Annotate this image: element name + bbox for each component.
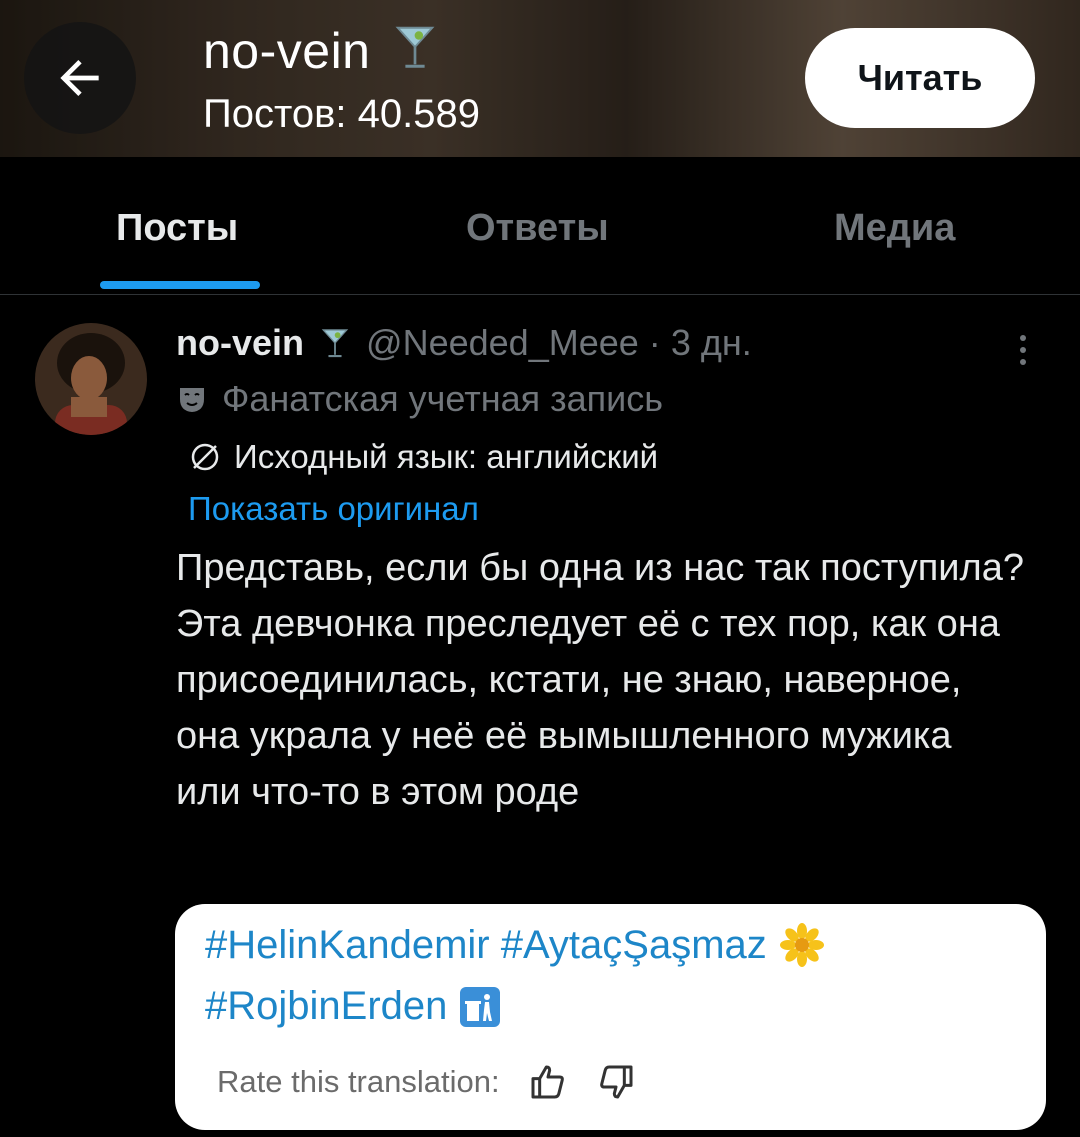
author-handle[interactable]: @Needed_Meee: [366, 322, 639, 363]
rate-label: Rate this translation:: [217, 1064, 500, 1099]
thumbs-up-icon[interactable]: [528, 1062, 568, 1102]
hashtags-1[interactable]: #HelinKandemir #AytaçŞaşmaz: [205, 923, 767, 968]
hashtag-line-2: #RojbinErden: [205, 984, 501, 1029]
post-meta: no-vein @Needed_Meee · 3 дн.: [176, 322, 752, 364]
post-time[interactable]: 3 дн.: [671, 322, 752, 363]
tab-replies[interactable]: Ответы: [466, 207, 609, 250]
profile-name: no-vein: [203, 22, 437, 80]
tab-posts[interactable]: Посты: [116, 207, 238, 250]
meta-separator: ·: [648, 322, 661, 363]
avatar[interactable]: [35, 323, 147, 435]
cocktail-glass-icon: [321, 329, 349, 358]
hashtags-2[interactable]: #RojbinErden: [205, 984, 447, 1029]
author-name[interactable]: no-vein: [176, 322, 304, 363]
thumbs-down-icon[interactable]: [596, 1062, 636, 1102]
tab-media[interactable]: Медиа: [834, 207, 955, 250]
translation-card: #HelinKandemir #AytaçŞaşmaz #RojbinErden: [175, 904, 1046, 1130]
account-label-row: Фанатская учетная запись: [176, 378, 663, 420]
post-text: Представь, если бы одна из нас так посту…: [176, 547, 1024, 813]
active-tab-indicator: [100, 281, 260, 289]
profile-tabs: Посты Ответы Медиа: [0, 157, 1080, 295]
account-label: Фанатская учетная запись: [222, 378, 663, 419]
profile-name-text: no-vein: [203, 23, 371, 79]
more-options-icon[interactable]: [1012, 330, 1034, 370]
hashtag-line-1: #HelinKandemir #AytaçŞaşmaz: [205, 922, 825, 968]
posts-count: Постов: 40.589: [203, 92, 480, 136]
follow-button[interactable]: Читать: [805, 28, 1035, 128]
rate-translation-row: Rate this translation:: [217, 1062, 636, 1102]
back-button[interactable]: [24, 22, 136, 134]
theater-masks-icon: [180, 388, 204, 412]
profile-header: no-vein Постов: 40.589 Читать: [0, 0, 1080, 157]
blossom-icon: [779, 923, 824, 967]
show-original-link[interactable]: Показать оригинал: [188, 490, 479, 528]
arrow-left-icon: [60, 60, 99, 96]
source-language: Исходный язык: английский: [234, 438, 659, 475]
translate-icon: [191, 443, 219, 471]
trash-can-icon: [460, 986, 501, 1027]
cocktail-glass-icon: [395, 26, 435, 68]
source-language-row: Исходный язык: английский: [188, 438, 658, 476]
